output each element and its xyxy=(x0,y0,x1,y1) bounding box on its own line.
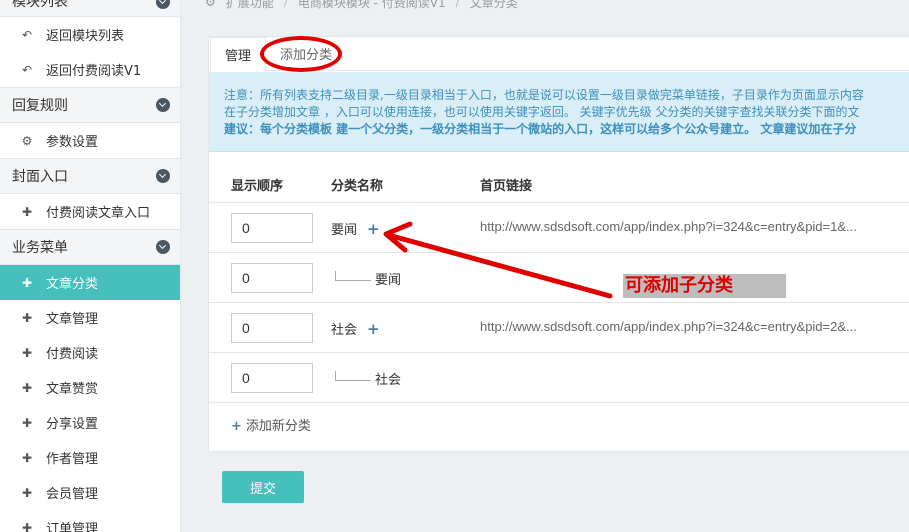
sidebar-item-settings[interactable]: ⚙ 参数设置 xyxy=(0,123,180,158)
notice-line: 在子分类增加文章 ，入口可以使用连接，也可以使用关键字返回。 关键字优先级 父分… xyxy=(224,105,860,119)
puzzle-icon: ✚ xyxy=(21,380,33,395)
annotation-circle xyxy=(260,36,342,72)
sidebar-item-label: 文章分类 xyxy=(46,277,99,292)
add-category-label: 添加新分类 xyxy=(245,419,311,434)
notice-box: 注意：所有列表支持二级目录,一级目录相当于入口，也就是说可以设置一级目录做完菜单… xyxy=(209,72,909,152)
sidebar-item-label: 订单管理 xyxy=(46,522,99,532)
puzzle-icon: ✚ xyxy=(21,204,33,219)
puzzle-icon: ✚ xyxy=(21,485,33,500)
puzzle-icon: ✚ xyxy=(21,520,33,532)
sidebar-section-business-menu[interactable]: 业务菜单 xyxy=(0,229,180,265)
add-subcategory-icon[interactable]: + xyxy=(367,220,380,238)
tree-line-icon xyxy=(335,270,371,281)
column-header-link: 首页链接 xyxy=(480,179,533,194)
sidebar-item-label: 分享设置 xyxy=(46,417,99,432)
breadcrumb-current: 文章分类 xyxy=(469,0,518,10)
tab-manage[interactable]: 管理 xyxy=(210,37,267,71)
puzzle-icon: ✚ xyxy=(21,415,33,430)
subcategory-name: 社会 xyxy=(335,369,401,388)
table-row: 要闻 xyxy=(209,253,909,303)
sidebar-item-article-category[interactable]: ✚ 文章分类 xyxy=(0,265,180,300)
sidebar-item-back-module-list[interactable]: ↶ 返回模块列表 xyxy=(0,17,180,52)
back-arrow-icon: ↶ xyxy=(21,27,33,42)
chevron-down-icon[interactable] xyxy=(156,98,170,112)
sidebar-item-label: 作者管理 xyxy=(46,452,99,467)
sidebar-item-label: 文章赞赏 xyxy=(46,382,99,397)
column-header-name: 分类名称 xyxy=(331,179,384,194)
category-label: 社会 xyxy=(375,373,402,388)
category-label: 要闻 xyxy=(331,223,358,238)
submit-button[interactable]: 提交 xyxy=(222,471,304,503)
notice-line: 注意：所有列表支持二级目录,一级目录相当于入口，也就是说可以设置一级目录做完菜单… xyxy=(224,88,864,102)
sidebar-item-label: 参数设置 xyxy=(46,135,99,150)
table-header: 显示顺序 分类名称 首页链接 xyxy=(209,167,909,203)
breadcrumb-separator: / xyxy=(283,0,288,9)
chevron-down-icon[interactable] xyxy=(156,169,170,183)
gear-icon: ⚙ xyxy=(21,133,33,148)
sidebar-item-paid-article-entry[interactable]: ✚ 付费阅读文章入口 xyxy=(0,194,180,229)
order-input[interactable] xyxy=(231,213,313,243)
add-category-link[interactable]: + 添加新分类 xyxy=(231,415,311,434)
order-input[interactable] xyxy=(231,363,313,393)
category-label: 社会 xyxy=(331,323,358,338)
sidebar-section-module-list[interactable]: 模块列表 xyxy=(0,0,180,17)
sidebar-item-back-paid-read[interactable]: ↶ 返回付费阅读V1 xyxy=(0,52,180,87)
breadcrumb-item[interactable]: 扩展功能 xyxy=(226,0,274,11)
sidebar-item-order-manage[interactable]: ✚ 订单管理 xyxy=(0,510,180,532)
sidebar-item-article-manage[interactable]: ✚ 文章管理 xyxy=(0,300,180,335)
sidebar-item-label: 付费阅读 xyxy=(46,347,99,362)
section-title: 封面入口 xyxy=(12,169,68,185)
sidebar: 模块列表 ↶ 返回模块列表 ↶ 返回付费阅读V1 回复规则 ⚙ 参数设置 封面入… xyxy=(0,0,181,532)
subcategory-name: 要闻 xyxy=(335,269,401,288)
section-title: 业务菜单 xyxy=(12,240,68,256)
plus-icon: + xyxy=(231,419,242,434)
category-name: 要闻 + xyxy=(331,219,380,239)
table-row: 要闻 + http://www.sdsdsoft.com/app/index.p… xyxy=(209,203,909,253)
add-subcategory-icon[interactable]: + xyxy=(367,320,380,338)
sidebar-section-cover-entry[interactable]: 封面入口 xyxy=(0,158,180,194)
category-label: 要闻 xyxy=(375,273,402,288)
home-link[interactable]: http://www.sdsdsoft.com/app/index.php?i=… xyxy=(480,319,857,334)
order-input[interactable] xyxy=(231,313,313,343)
puzzle-icon: ✚ xyxy=(21,310,33,325)
sidebar-item-label: 会员管理 xyxy=(46,487,99,502)
sidebar-section-reply-rules[interactable]: 回复规则 xyxy=(0,87,180,123)
order-input[interactable] xyxy=(231,263,313,293)
section-title: 模块列表 xyxy=(12,0,68,10)
table-row: 社会 xyxy=(209,353,909,403)
sidebar-item-paid-read[interactable]: ✚ 付费阅读 xyxy=(0,335,180,370)
sidebar-item-author-manage[interactable]: ✚ 作者管理 xyxy=(0,440,180,475)
main-panel: 管理 添加分类 注意：所有列表支持二级目录,一级目录相当于入口，也就是说可以设置… xyxy=(208,36,909,452)
breadcrumb-item[interactable]: 电商模块模块 - 付费阅读V1 xyxy=(298,0,446,11)
back-arrow-icon: ↶ xyxy=(21,62,33,77)
annotation-label: 可添加子分类 xyxy=(623,274,786,298)
section-title: 回复规则 xyxy=(12,98,68,114)
breadcrumb: ⚙ 扩展功能 / 电商模块模块 - 付费阅读V1 / 文章分类 xyxy=(205,0,518,10)
puzzle-icon: ✚ xyxy=(21,450,33,465)
table-row: 社会 + http://www.sdsdsoft.com/app/index.p… xyxy=(209,303,909,353)
home-link[interactable]: http://www.sdsdsoft.com/app/index.php?i=… xyxy=(480,219,857,234)
puzzle-icon: ✚ xyxy=(21,345,33,360)
notice-line-bold: 建议：每个分类模板 建一个父分类，一级分类相当于一个微站的入口，这样可以给多个公… xyxy=(224,122,857,136)
puzzle-icon: ✚ xyxy=(21,275,33,290)
chevron-down-icon[interactable] xyxy=(156,0,170,9)
sidebar-item-label: 返回付费阅读V1 xyxy=(46,64,142,79)
sidebar-item-label: 返回模块列表 xyxy=(46,29,125,44)
sidebar-item-member-manage[interactable]: ✚ 会员管理 xyxy=(0,475,180,510)
gears-icon: ⚙ xyxy=(205,0,216,9)
column-header-order: 显示顺序 xyxy=(231,179,284,194)
sidebar-item-label: 文章管理 xyxy=(46,312,99,327)
category-name: 社会 + xyxy=(331,319,380,339)
sidebar-item-article-reward[interactable]: ✚ 文章赞赏 xyxy=(0,370,180,405)
breadcrumb-separator: / xyxy=(455,0,460,9)
chevron-down-icon[interactable] xyxy=(156,240,170,254)
sidebar-item-label: 付费阅读文章入口 xyxy=(46,206,151,221)
tree-line-icon xyxy=(335,370,371,381)
sidebar-item-share-settings[interactable]: ✚ 分享设置 xyxy=(0,405,180,440)
